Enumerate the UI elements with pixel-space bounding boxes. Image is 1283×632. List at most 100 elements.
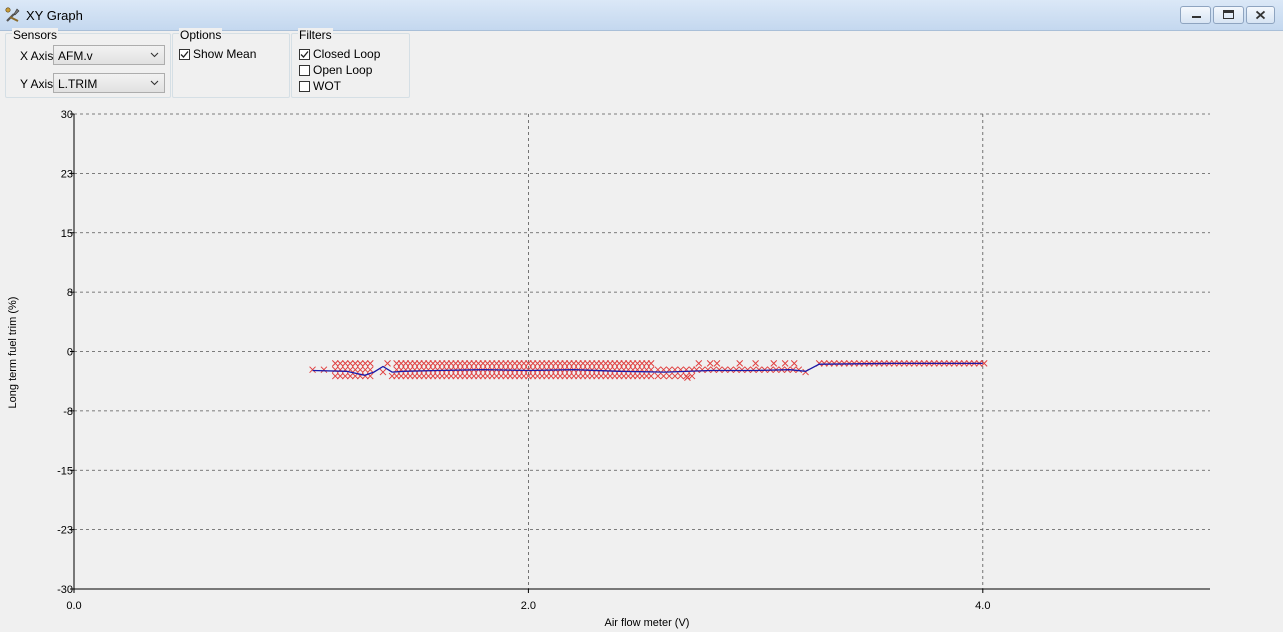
show-mean-checkbox-box[interactable] <box>179 48 190 60</box>
wrench-tools-icon <box>5 7 20 22</box>
data-point <box>336 360 344 367</box>
data-point <box>356 366 364 374</box>
data-point <box>715 366 723 374</box>
data-point <box>331 366 339 374</box>
data-point <box>713 360 721 367</box>
x-axis-value: AFM.v <box>58 49 93 63</box>
close-button[interactable] <box>1246 6 1275 24</box>
data-point <box>820 360 828 367</box>
y-tick-label: -23 <box>57 525 73 537</box>
data-point <box>351 366 359 374</box>
open-loop-checkbox[interactable]: Open Loop <box>299 63 372 77</box>
data-point <box>309 366 316 374</box>
data-point <box>752 360 759 367</box>
sensors-group: Sensors X Axis AFM.v Y Axis L.TRIM <box>5 28 171 98</box>
data-point <box>671 372 679 380</box>
data-point <box>677 372 684 380</box>
data-point <box>738 366 746 374</box>
y-tick-label: -15 <box>57 465 73 477</box>
data-point <box>693 366 700 374</box>
data-point <box>721 366 729 374</box>
y-tick-label: 23 <box>61 168 73 180</box>
data-point <box>755 366 763 374</box>
data-point <box>710 366 717 374</box>
wot-checkbox[interactable]: WOT <box>299 79 341 93</box>
data-point <box>647 360 655 367</box>
data-point <box>727 366 734 374</box>
open-loop-checkbox-box[interactable] <box>299 64 310 76</box>
y-axis-label: Y Axis <box>20 77 54 91</box>
minimize-button[interactable] <box>1180 6 1211 24</box>
data-point <box>695 360 703 367</box>
y-tick-label: -8 <box>63 406 73 418</box>
options-group: Options Show Mean <box>172 28 290 98</box>
chevron-down-icon <box>150 80 159 86</box>
data-point <box>704 366 712 374</box>
show-mean-checkbox[interactable]: Show Mean <box>179 47 256 61</box>
checkmark-icon <box>180 50 189 58</box>
y-tick-label: 0 <box>67 347 73 359</box>
data-point <box>706 360 714 367</box>
data-point <box>647 372 655 380</box>
x-axis-select[interactable]: AFM.v <box>53 45 165 65</box>
data-point <box>341 372 349 380</box>
checkmark-icon <box>300 50 309 58</box>
data-point <box>688 372 696 380</box>
data-point <box>736 360 744 367</box>
chevron-down-icon <box>150 52 159 58</box>
close-icon <box>1255 10 1266 20</box>
data-point <box>388 372 396 380</box>
data-point <box>654 372 662 380</box>
window-title: XY Graph <box>26 8 83 23</box>
y-axis-value: L.TRIM <box>58 77 98 91</box>
data-point <box>336 372 344 380</box>
show-mean-label: Show Mean <box>193 47 257 61</box>
data-point <box>356 360 364 367</box>
data-point <box>698 366 706 374</box>
x-axis-label: X Axis <box>20 49 54 63</box>
closed-loop-checkbox[interactable]: Closed Loop <box>299 47 380 61</box>
data-point <box>320 366 328 374</box>
data-point <box>749 366 757 374</box>
x-tick-label: 2.0 <box>521 600 536 612</box>
y-tick-label: 30 <box>61 109 73 121</box>
data-point <box>379 368 387 376</box>
closed-loop-checkbox-box[interactable] <box>299 48 310 60</box>
x-tick-label: 0.0 <box>66 600 81 612</box>
wot-checkbox-box[interactable] <box>299 80 310 92</box>
sensors-group-label: Sensors <box>12 28 59 42</box>
y-axis-title: Long term fuel trim (%) <box>7 297 19 409</box>
data-point <box>346 372 354 380</box>
closed-loop-label: Closed Loop <box>313 47 381 61</box>
data-point <box>781 360 789 367</box>
x-tick-label: 4.0 <box>975 600 990 612</box>
data-point <box>366 366 374 374</box>
data-point <box>366 360 374 367</box>
maximize-icon <box>1223 10 1234 19</box>
title-bar: XY Graph <box>0 0 1283 31</box>
data-point <box>331 360 339 367</box>
y-tick-label: -30 <box>57 584 73 596</box>
data-point <box>665 372 673 380</box>
data-point <box>361 366 369 374</box>
minimize-icon <box>1192 16 1201 18</box>
wot-label: WOT <box>313 79 341 93</box>
x-axis-title: Air flow meter (V) <box>605 617 690 629</box>
data-point <box>770 360 778 367</box>
data-point <box>331 372 339 380</box>
data-point <box>795 366 803 374</box>
data-point <box>660 372 667 380</box>
data-point <box>346 360 354 367</box>
filters-group-label: Filters <box>298 28 333 42</box>
data-point <box>744 366 752 374</box>
data-point <box>341 360 349 367</box>
y-axis-select[interactable]: L.TRIM <box>53 73 165 93</box>
maximize-button[interactable] <box>1213 6 1244 24</box>
y-tick-label: 15 <box>61 228 73 240</box>
xy-graph-chart: 30 23 15 8 0 -8 -15 -23 -30 0.0 2.0 4.0 Air flow met… <box>7 109 1210 629</box>
y-tick-label: 8 <box>67 287 73 299</box>
data-point <box>790 360 798 367</box>
data-point <box>825 360 833 367</box>
filters-group: Filters Closed Loop Open Loop WOT <box>291 28 410 98</box>
data-point <box>384 360 391 367</box>
